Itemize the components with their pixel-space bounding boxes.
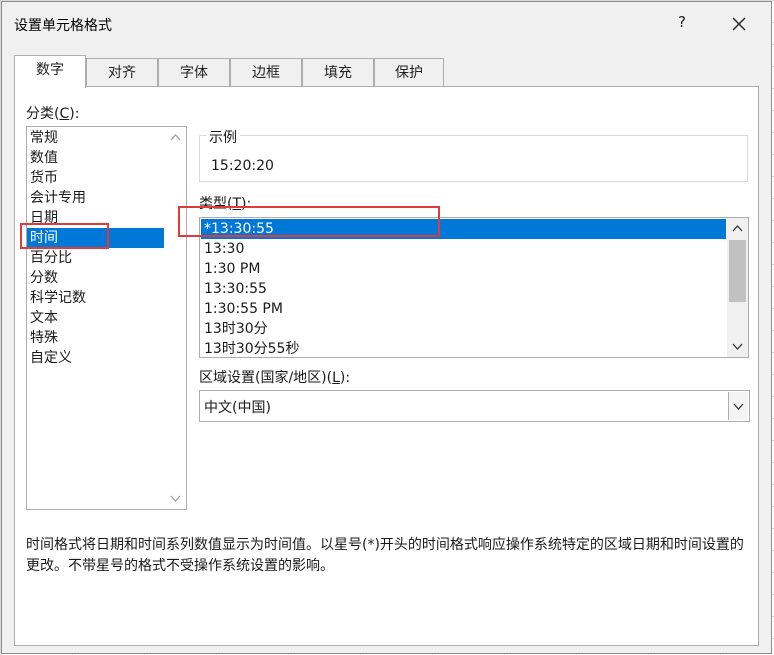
locale-dropdown-button[interactable] <box>728 392 748 420</box>
chevron-up-icon[interactable] <box>170 132 181 143</box>
dialog-title: 设置单元格格式 <box>14 18 112 34</box>
chevron-down-icon[interactable] <box>732 341 743 352</box>
sample-value: 15:20:20 <box>211 158 274 174</box>
type-label: 类型(T): <box>199 196 252 212</box>
type-item[interactable]: *13:30:55 <box>201 219 726 239</box>
close-button[interactable] <box>726 12 752 36</box>
type-scrollbar[interactable] <box>727 218 748 357</box>
tab-font[interactable]: 字体 <box>158 58 230 88</box>
tab-border[interactable]: 边框 <box>230 58 302 88</box>
category-item-text[interactable]: 文本 <box>27 308 164 328</box>
type-item[interactable]: 13:30 <box>201 239 726 259</box>
tab-number[interactable]: 数字 <box>14 55 86 88</box>
category-item-custom[interactable]: 自定义 <box>27 348 164 368</box>
category-item-currency[interactable]: 货币 <box>27 168 164 188</box>
dialog-title-bar: 设置单元格格式 ? <box>2 2 771 46</box>
tab-protection[interactable]: 保护 <box>374 58 444 88</box>
type-item[interactable]: 1:30:55 PM <box>201 299 726 319</box>
type-list[interactable]: *13:30:55 13:30 1:30 PM 13:30:55 1:30:55… <box>199 217 749 358</box>
tab-alignment[interactable]: 对齐 <box>86 58 158 88</box>
sample-groupbox <box>199 135 748 182</box>
category-label: 分类(C): <box>26 106 80 122</box>
type-item[interactable]: 13:30:55 <box>201 279 726 299</box>
category-item-percentage[interactable]: 百分比 <box>27 248 164 268</box>
type-item[interactable]: 13时30分55秒 <box>201 339 726 357</box>
locale-label: 区域设置(国家/地区)(L): <box>199 370 351 386</box>
category-item-scientific[interactable]: 科学记数 <box>27 288 164 308</box>
category-item-number[interactable]: 数值 <box>27 148 164 168</box>
chevron-down-icon[interactable] <box>170 493 181 504</box>
category-item-date[interactable]: 日期 <box>27 208 164 228</box>
category-item-accounting[interactable]: 会计专用 <box>27 188 164 208</box>
help-button[interactable]: ? <box>670 13 694 35</box>
scrollbar-thumb[interactable] <box>729 240 746 302</box>
tab-fill[interactable]: 填充 <box>302 58 374 88</box>
chevron-down-icon <box>733 403 744 410</box>
category-item-fraction[interactable]: 分数 <box>27 268 164 288</box>
number-tab-panel: 分类(C): 常规 数值 货币 会计专用 日期 时间 百分比 分数 科学记数 文… <box>14 86 759 646</box>
category-scrollbar[interactable] <box>165 127 186 509</box>
category-list[interactable]: 常规 数值 货币 会计专用 日期 时间 百分比 分数 科学记数 文本 特殊 自定… <box>26 126 187 510</box>
sample-label: 示例 <box>206 127 240 147</box>
type-item[interactable]: 1:30 PM <box>201 259 726 279</box>
close-icon <box>732 17 746 31</box>
locale-value: 中文(中国) <box>204 400 271 416</box>
category-item-special[interactable]: 特殊 <box>27 328 164 348</box>
chevron-up-icon[interactable] <box>732 223 743 234</box>
category-item-time[interactable]: 时间 <box>27 228 164 248</box>
category-item-general[interactable]: 常规 <box>27 128 164 148</box>
locale-select[interactable]: 中文(中国) <box>199 390 750 422</box>
type-item[interactable]: 13时30分 <box>201 319 726 339</box>
format-description: 时间格式将日期和时间系列数值显示为时间值。以星号(*)开头的时间格式响应操作系统… <box>26 537 744 574</box>
format-cells-dialog: 设置单元格格式 ? 数字 对齐 字体 边框 填充 保护 分类(C): 常规 数值… <box>1 1 772 654</box>
